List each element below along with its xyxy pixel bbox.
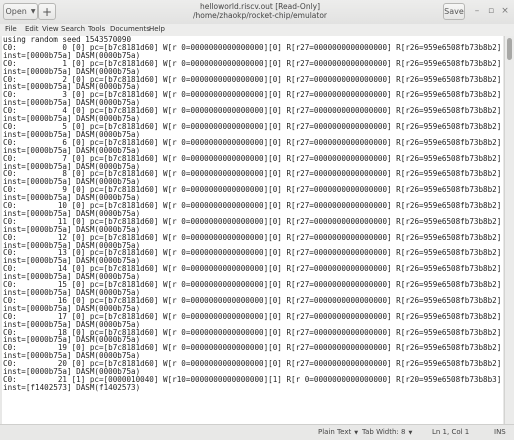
tab-width-label: Tab Width: 8 xyxy=(362,428,406,436)
menu-search[interactable]: Search xyxy=(61,25,85,33)
save-button[interactable]: Save xyxy=(443,3,465,20)
open-button[interactable]: Open ▼ xyxy=(3,3,38,20)
open-button-label: Open xyxy=(5,7,27,16)
insert-mode: INS xyxy=(494,428,506,436)
text-editor[interactable]: using random seed 1543570090 C0: 0 [0] pc… xyxy=(2,36,503,424)
menu-edit[interactable]: Edit xyxy=(25,25,39,33)
syntax-selector[interactable]: Plain Text ▼ xyxy=(318,428,358,436)
title-bar: Open ▼ + helloworld.riscv.out [Read-Only… xyxy=(0,0,514,25)
syntax-label: Plain Text xyxy=(318,428,352,436)
chevron-down-icon: ▼ xyxy=(354,430,359,436)
vertical-scrollbar[interactable] xyxy=(504,36,514,424)
maximize-icon[interactable]: ▫ xyxy=(485,5,497,17)
editor-text: using random seed 1543570090 C0: 0 [0] pc… xyxy=(2,36,503,392)
status-bar: Plain Text ▼ Tab Width: 8 ▼ Ln 1, Col 1 IN… xyxy=(0,424,514,440)
menu-view[interactable]: View xyxy=(42,25,59,33)
minimize-icon[interactable]: – xyxy=(471,5,483,17)
window-subtitle: /home/zhaokp/rocket-chip/emulator xyxy=(192,11,327,20)
editor-line: inst=[f1402573] DASM(f1402573) xyxy=(3,382,141,392)
chevron-down-icon: ▼ xyxy=(408,430,413,436)
menu-help[interactable]: Help xyxy=(149,25,165,33)
cursor-position: Ln 1, Col 1 xyxy=(432,428,470,436)
close-icon[interactable]: × xyxy=(499,5,511,17)
scrollbar-thumb[interactable] xyxy=(507,38,512,60)
tab-width-selector[interactable]: Tab Width: 8 ▼ xyxy=(362,428,412,436)
window-title: helloworld.riscv.out [Read-Only] xyxy=(199,2,321,11)
plus-icon: + xyxy=(41,4,53,19)
menu-file[interactable]: File xyxy=(5,25,17,33)
menu-documents[interactable]: Documents xyxy=(110,25,150,33)
new-tab-button[interactable]: + xyxy=(38,3,56,20)
menu-tools[interactable]: Tools xyxy=(88,25,105,33)
chevron-down-icon: ▼ xyxy=(30,8,36,15)
menu-bar: File Edit View Search Tools Documents He… xyxy=(0,24,514,36)
